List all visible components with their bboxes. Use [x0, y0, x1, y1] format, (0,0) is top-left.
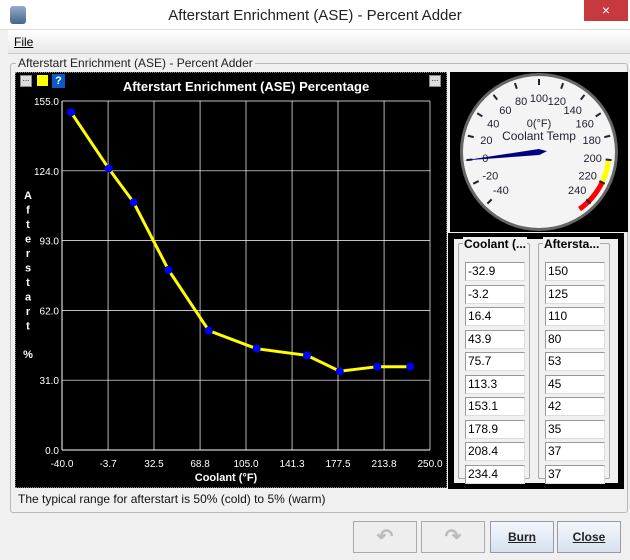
coolant-cell[interactable]: 178.9: [465, 419, 525, 439]
comment-icon[interactable]: [37, 75, 48, 86]
chart-panel: Afterstart Enrichment (ASE) Percentage -4…: [15, 72, 447, 488]
gauge-tick-label: 200: [583, 153, 601, 165]
coolant-cell[interactable]: 153.1: [465, 397, 525, 416]
gauge-tick: [605, 158, 612, 162]
redo-button[interactable]: ↷: [421, 521, 485, 553]
gauge-tick: [467, 134, 474, 139]
x-tick-label: 68.8: [190, 459, 210, 470]
x-tick-label: 213.8: [372, 459, 397, 470]
x-axis-label: Coolant (°F): [195, 472, 258, 484]
data-point: [252, 344, 261, 353]
y-tick-label: 31.0: [40, 376, 60, 387]
undo-icon: ↶: [376, 526, 394, 548]
data-point: [104, 164, 113, 173]
chart-options-button[interactable]: ...: [20, 75, 32, 87]
afterstart-cell[interactable]: 37: [545, 442, 605, 461]
afterstart-cell[interactable]: 45: [545, 374, 605, 394]
afterstart-cell[interactable]: 53: [545, 352, 605, 371]
coolant-cell[interactable]: 113.3: [465, 374, 525, 394]
gauge-tick-label: -20: [482, 170, 498, 182]
y-tick-label: 62.0: [40, 306, 60, 317]
ase-chart[interactable]: Afterstart Enrichment (ASE) Percentage -4…: [16, 73, 446, 487]
afterstart-cell[interactable]: 35: [545, 419, 605, 439]
gauge-tick-label: 140: [563, 105, 581, 117]
afterstart-cell[interactable]: 80: [545, 329, 605, 349]
y-tick-label: 155.0: [34, 97, 59, 108]
data-point: [164, 265, 173, 274]
gauge-tick-label: 160: [576, 118, 594, 130]
coolant-cell[interactable]: 234.4: [465, 464, 525, 484]
gauge-tick-label: -40: [493, 185, 509, 197]
burn-button[interactable]: Burn: [490, 521, 554, 553]
y-tick-label: 93.0: [40, 237, 60, 248]
coolant-cell[interactable]: 208.4: [465, 442, 525, 461]
coolant-cell[interactable]: 43.9: [465, 329, 525, 349]
y-axis-label: Af t e r s t a r t%: [23, 190, 33, 361]
undo-button[interactable]: ↶: [353, 521, 417, 553]
afterstart-cell[interactable]: 110: [545, 307, 605, 326]
gauge-tick-label: 80: [515, 96, 527, 108]
gauge-label: Coolant Temp: [502, 129, 576, 143]
data-point: [129, 198, 138, 207]
x-tick-label: 177.5: [325, 459, 350, 470]
data-point: [204, 326, 213, 335]
gauge-tick-label: 20: [480, 135, 492, 147]
x-tick-label: -40.0: [51, 459, 74, 470]
gauge-tick-label: 220: [578, 170, 596, 182]
menu-bar: File: [8, 30, 630, 54]
gauge-tick-label: 60: [499, 105, 511, 117]
afterstart-cell[interactable]: 37: [545, 464, 605, 484]
gauge-tick-label: 40: [487, 118, 499, 130]
data-point: [303, 351, 312, 360]
close-window-button[interactable]: ×: [584, 0, 628, 21]
data-point: [406, 362, 415, 371]
help-icon[interactable]: ?: [52, 74, 65, 88]
chart-title: Afterstart Enrichment (ASE) Percentage: [123, 79, 369, 94]
x-tick-label: 141.3: [280, 459, 305, 470]
table-panel: Coolant (... -32.9 -3.2 16.4 43.9 75.7 113.3 1…: [448, 233, 624, 489]
afterstart-header: Aftersta...: [543, 237, 601, 251]
chart-menu-button[interactable]: ...: [429, 75, 441, 87]
data-point: [373, 362, 382, 371]
coolant-cell[interactable]: 75.7: [465, 352, 525, 371]
afterstart-column: Aftersta... 150 125 110 80 53 45 42 35 37 37: [538, 237, 610, 484]
gauge-tick: [604, 134, 611, 139]
coolant-gauge: -40 -20 0 20 40 60 80 100 120 140 160 180 200 220 240 0…: [450, 72, 628, 232]
coolant-cell[interactable]: 16.4: [465, 307, 525, 326]
data-point: [67, 108, 76, 117]
coolant-header: Coolant (...: [463, 237, 527, 251]
afterstart-cell[interactable]: 125: [545, 284, 605, 304]
x-tick-label: 250.0: [417, 459, 442, 470]
gauge-tick-label: 240: [568, 185, 586, 197]
data-point: [335, 367, 344, 376]
group-title: Afterstart Enrichment (ASE) - Percent Ad…: [16, 56, 255, 70]
y-tick-label: 0.0: [45, 446, 59, 457]
menu-file[interactable]: File: [14, 35, 33, 49]
title-bar: Afterstart Enrichment (ASE) - Percent Ad…: [0, 0, 630, 30]
coolant-cell[interactable]: -3.2: [465, 284, 525, 304]
coolant-cell[interactable]: -32.9: [465, 262, 525, 281]
x-tick-label: 105.0: [233, 459, 258, 470]
redo-icon: ↷: [444, 526, 462, 548]
x-tick-label: -3.7: [99, 459, 117, 470]
status-text: The typical range for afterstart is 50% …: [18, 492, 326, 506]
gauge-tick-label: 180: [582, 135, 600, 147]
x-tick-label: 32.5: [144, 459, 164, 470]
afterstart-cell[interactable]: 42: [545, 397, 605, 416]
afterstart-cell[interactable]: 150: [545, 262, 605, 281]
coolant-column: Coolant (... -32.9 -3.2 16.4 43.9 75.7 113.3 1…: [458, 237, 530, 484]
close-button[interactable]: Close: [557, 521, 621, 553]
window-title: Afterstart Enrichment (ASE) - Percent Ad…: [168, 7, 462, 24]
gauge-tick-label: 100: [530, 93, 548, 105]
y-tick-label: 124.0: [34, 167, 59, 178]
series-line: [69, 111, 411, 373]
